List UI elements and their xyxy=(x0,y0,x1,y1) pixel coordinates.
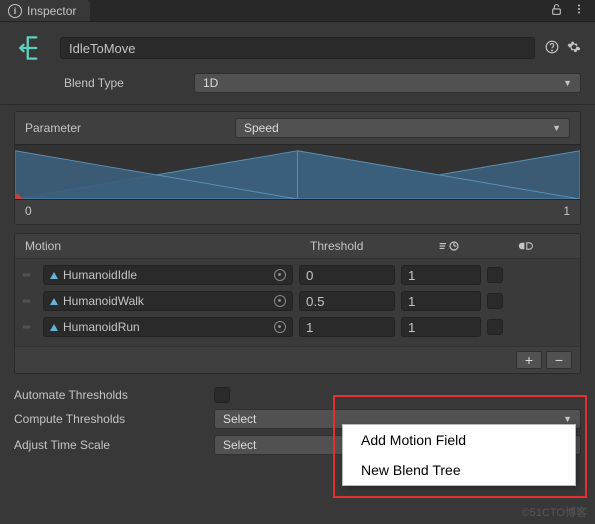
speed-field[interactable] xyxy=(401,291,481,311)
tab-bar: i Inspector xyxy=(0,0,595,22)
watermark: ©51CTO博客 xyxy=(522,504,587,520)
help-icon[interactable] xyxy=(545,40,559,57)
motion-clip-name: HumanoidIdle xyxy=(63,268,137,282)
animation-clip-icon xyxy=(50,272,58,279)
motion-clip-field[interactable]: HumanoidRun xyxy=(43,317,293,337)
adjust-time-scale-label: Adjust Time Scale xyxy=(14,438,204,452)
blend-tree-icon xyxy=(14,30,50,66)
threshold-field[interactable] xyxy=(299,291,395,311)
header-threshold: Threshold xyxy=(310,239,418,253)
drag-handle-icon[interactable]: ═ xyxy=(23,322,37,333)
blend-type-dropdown[interactable]: 1D ▼ xyxy=(194,73,581,93)
chevron-down-icon: ▼ xyxy=(552,123,561,133)
animation-clip-icon xyxy=(50,298,58,305)
motion-clip-name: HumanoidRun xyxy=(63,320,140,334)
object-picker-icon[interactable] xyxy=(274,321,286,333)
settings-icon[interactable] xyxy=(567,40,581,57)
chevron-down-icon: ▼ xyxy=(563,78,572,88)
drag-handle-icon[interactable]: ═ xyxy=(23,270,37,281)
animation-clip-icon xyxy=(50,324,58,331)
separator xyxy=(0,104,595,105)
chevron-down-icon: ▼ xyxy=(563,414,572,424)
more-icon[interactable] xyxy=(573,3,585,19)
blend-diagram[interactable] xyxy=(15,144,580,200)
parameter-value: Speed xyxy=(244,121,279,135)
header xyxy=(0,22,595,70)
motion-table-footer: + − xyxy=(15,346,580,373)
lock-icon[interactable] xyxy=(550,3,563,19)
header-motion: Motion xyxy=(25,239,310,253)
blend-type-row: Blend Type 1D ▼ xyxy=(0,70,595,96)
menu-new-blend-tree[interactable]: New Blend Tree xyxy=(343,455,575,485)
blend-type-value: 1D xyxy=(203,76,218,90)
motion-row: ═ HumanoidWalk xyxy=(23,288,572,314)
axis-max: 1 xyxy=(563,204,570,218)
motion-table-header: Motion Threshold xyxy=(15,234,580,259)
drag-handle-icon[interactable]: ═ xyxy=(23,296,37,307)
parameter-section: Parameter Speed ▼ 0 1 xyxy=(14,111,581,225)
mirror-checkbox[interactable] xyxy=(487,267,503,283)
motion-row: ═ HumanoidRun xyxy=(23,314,572,340)
automate-thresholds-label: Automate Thresholds xyxy=(14,388,204,402)
object-picker-icon[interactable] xyxy=(274,269,286,281)
compute-thresholds-value: Select xyxy=(223,412,256,426)
header-mirror-icon xyxy=(482,239,570,253)
automate-thresholds-checkbox[interactable] xyxy=(214,387,230,403)
tab-title: Inspector xyxy=(27,4,76,18)
motion-table: Motion Threshold ═ HumanoidIdle ═ HumanoidW… xyxy=(14,233,581,374)
add-motion-button[interactable]: + xyxy=(516,351,542,369)
parameter-dropdown[interactable]: Speed ▼ xyxy=(235,118,570,138)
compute-thresholds-label: Compute Thresholds xyxy=(14,412,204,426)
context-menu: Add Motion Field New Blend Tree xyxy=(342,424,576,486)
header-speed-icon xyxy=(418,239,482,253)
mirror-checkbox[interactable] xyxy=(487,293,503,309)
blend-tree-name-input[interactable] xyxy=(60,37,535,59)
remove-motion-button[interactable]: − xyxy=(546,351,572,369)
threshold-field[interactable] xyxy=(299,317,395,337)
blend-type-label: Blend Type xyxy=(64,76,184,90)
threshold-field[interactable] xyxy=(299,265,395,285)
motion-clip-name: HumanoidWalk xyxy=(63,294,144,308)
inspector-tab[interactable]: i Inspector xyxy=(0,0,90,21)
motion-clip-field[interactable]: HumanoidWalk xyxy=(43,291,293,311)
speed-field[interactable] xyxy=(401,265,481,285)
motion-clip-field[interactable]: HumanoidIdle xyxy=(43,265,293,285)
parameter-label: Parameter xyxy=(25,121,225,135)
menu-add-motion-field[interactable]: Add Motion Field xyxy=(343,425,575,455)
speed-field[interactable] xyxy=(401,317,481,337)
adjust-time-scale-value: Select xyxy=(223,438,256,452)
mirror-checkbox[interactable] xyxy=(487,319,503,335)
info-icon: i xyxy=(8,4,22,18)
motion-row: ═ HumanoidIdle xyxy=(23,262,572,288)
axis-min: 0 xyxy=(25,204,32,218)
object-picker-icon[interactable] xyxy=(274,295,286,307)
